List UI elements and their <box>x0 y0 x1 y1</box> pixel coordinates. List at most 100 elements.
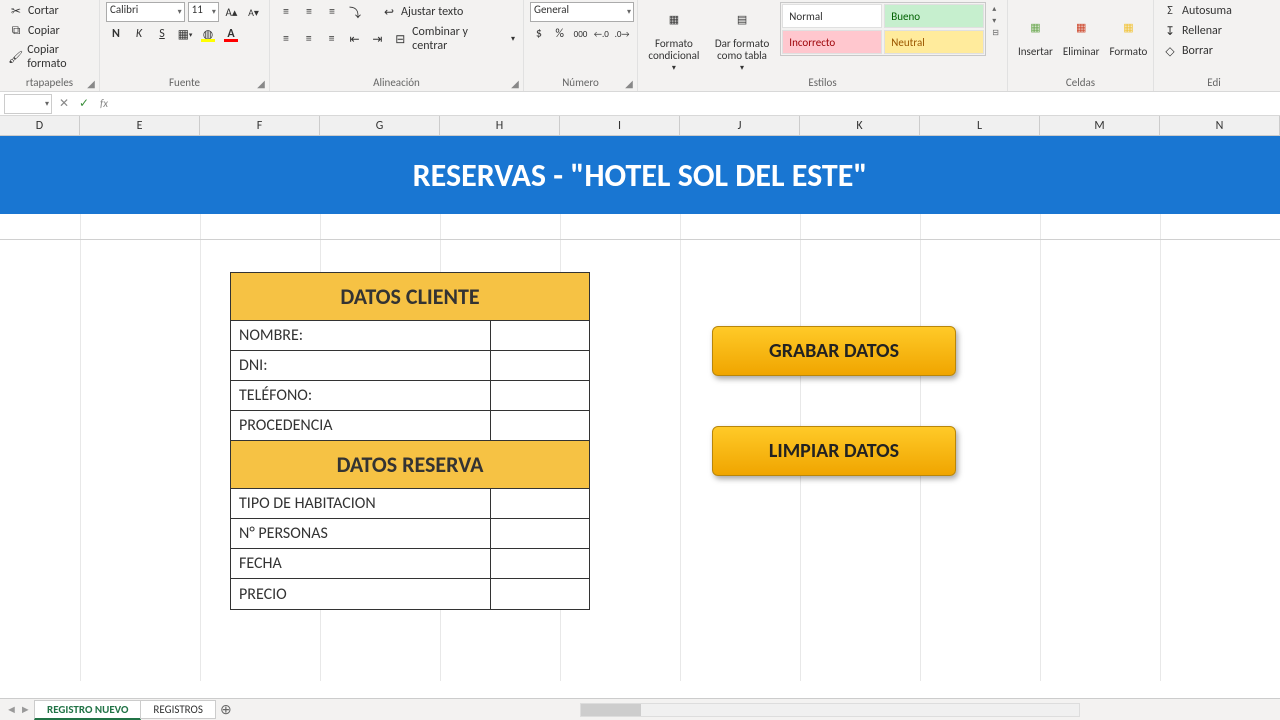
wrap-text-button[interactable]: ↩Ajustar texto <box>379 3 465 21</box>
copy-label: Copiar <box>28 24 60 38</box>
field-value-habitacion[interactable] <box>491 489 589 518</box>
delete-button[interactable]: ▦Eliminar <box>1059 2 1104 68</box>
italic-button[interactable]: K <box>129 24 149 44</box>
fill-color-button[interactable]: ◍ <box>198 24 218 44</box>
copy-button[interactable]: ⧉Copiar <box>6 22 93 40</box>
autosum-button[interactable]: ΣAutosuma <box>1160 2 1268 20</box>
field-label-personas: N° PERSONAS <box>231 519 491 548</box>
field-value-telefono[interactable] <box>491 381 589 410</box>
form-container: DATOS CLIENTE NOMBRE: DNI: TELÉFONO: PRO… <box>230 272 590 610</box>
col-header[interactable]: L <box>920 116 1040 135</box>
insert-function-button[interactable]: fx <box>94 94 114 114</box>
col-header[interactable]: H <box>440 116 560 135</box>
field-value-procedencia[interactable] <box>491 411 589 440</box>
align-right-button[interactable]: ≡ <box>322 29 342 49</box>
orientation-button[interactable]: ⤵ <box>345 2 365 22</box>
sigma-icon: Σ <box>1162 3 1178 19</box>
format-button[interactable]: ▦Formato <box>1105 2 1151 68</box>
chevron-down-icon: ▾ <box>178 7 182 17</box>
clear-data-button[interactable]: LIMPIAR DATOS <box>712 426 956 476</box>
decimal-increase-button[interactable]: ←.0 <box>592 24 610 44</box>
indent-increase-button[interactable]: ⇥ <box>367 29 387 49</box>
decimal-decrease-button[interactable]: .0→ <box>613 24 631 44</box>
comma-button[interactable]: 000 <box>572 24 590 44</box>
chevron-right-icon: ► <box>20 703 31 716</box>
tab-nav[interactable]: ◄► <box>0 703 34 716</box>
clear-button[interactable]: ◇Borrar <box>1160 42 1268 60</box>
tab-registros[interactable]: REGISTROS <box>140 700 215 719</box>
field-value-nombre[interactable] <box>491 321 589 350</box>
conditional-formatting-button[interactable]: ▦Formato condicional▾ <box>644 2 704 75</box>
field-value-precio[interactable] <box>491 579 589 609</box>
currency-button[interactable]: $ <box>530 24 548 44</box>
insert-button[interactable]: ▦Insertar <box>1014 2 1057 68</box>
horizontal-scrollbar[interactable] <box>580 703 1080 717</box>
style-bueno[interactable]: Bueno <box>884 4 984 28</box>
col-header[interactable]: G <box>320 116 440 135</box>
cell-styles-gallery[interactable]: Normal Bueno Incorrecto Neutral <box>780 2 986 56</box>
eraser-icon: ◇ <box>1162 43 1178 59</box>
border-button[interactable]: ▦▾ <box>175 24 195 44</box>
tab-registro-nuevo[interactable]: REGISTRO NUEVO <box>34 700 141 720</box>
dialog-launcher-icon[interactable]: ◢ <box>255 77 267 89</box>
font-color-button[interactable]: A <box>221 24 241 44</box>
font-size-select[interactable]: 11▾ <box>188 2 219 22</box>
name-box[interactable]: ▾ <box>4 94 52 114</box>
align-bottom-button[interactable]: ≡ <box>322 2 342 22</box>
save-data-button[interactable]: GRABAR DATOS <box>712 326 956 376</box>
style-incorrecto[interactable]: Incorrecto <box>782 30 882 54</box>
chevron-down-icon: ▾ <box>627 7 631 17</box>
align-left-button[interactable]: ≡ <box>276 29 296 49</box>
gallery-more-icon[interactable]: ⊟ <box>992 28 999 38</box>
format-as-table-button[interactable]: ▤Dar formato como tabla▾ <box>708 2 777 75</box>
col-header[interactable]: D <box>0 116 80 135</box>
formula-bar: ▾ ✕ ✓ fx <box>0 92 1280 116</box>
underline-button[interactable]: S <box>152 24 172 44</box>
cond-format-icon: ▦ <box>658 4 690 36</box>
font-name-select[interactable]: Calibri▾ <box>106 2 185 22</box>
accept-formula-button[interactable]: ✓ <box>74 94 94 114</box>
gallery-down-icon[interactable]: ▾ <box>992 16 999 26</box>
number-format-select[interactable]: General▾ <box>530 2 634 22</box>
fill-down-icon: ↧ <box>1162 23 1178 39</box>
style-neutral[interactable]: Neutral <box>884 30 984 54</box>
col-header[interactable]: M <box>1040 116 1160 135</box>
gallery-up-icon[interactable]: ▴ <box>992 4 999 14</box>
add-sheet-button[interactable]: ⊕ <box>215 701 237 718</box>
group-alignment: ≡ ≡ ≡ ⤵ ↩Ajustar texto ≡ ≡ ≡ ⇤ ⇥ ⊟Combin… <box>270 0 524 91</box>
col-header[interactable]: E <box>80 116 200 135</box>
align-center-button[interactable]: ≡ <box>299 29 319 49</box>
col-header[interactable]: I <box>560 116 680 135</box>
field-value-personas[interactable] <box>491 519 589 548</box>
worksheet[interactable]: RESERVAS - "HOTEL SOL DEL ESTE" DATOS CL… <box>0 136 1280 681</box>
col-header[interactable]: F <box>200 116 320 135</box>
formula-input[interactable] <box>114 94 1280 114</box>
col-header[interactable]: N <box>1160 116 1280 135</box>
indent-decrease-button[interactable]: ⇤ <box>345 29 365 49</box>
col-header[interactable]: K <box>800 116 920 135</box>
increase-font-button[interactable]: A▴ <box>222 2 241 22</box>
merge-center-button[interactable]: ⊟Combinar y centrar▾ <box>390 24 517 54</box>
style-normal[interactable]: Normal <box>782 4 882 28</box>
fill-button[interactable]: ↧Rellenar <box>1160 22 1268 40</box>
percent-button[interactable]: % <box>551 24 569 44</box>
dialog-launcher-icon[interactable]: ◢ <box>85 77 97 89</box>
align-middle-button[interactable]: ≡ <box>299 2 319 22</box>
cancel-formula-button[interactable]: ✕ <box>54 94 74 114</box>
brush-icon: 🖌 <box>8 49 23 65</box>
col-header[interactable]: J <box>680 116 800 135</box>
table-icon: ▤ <box>726 4 758 36</box>
scissors-icon: ✂ <box>8 3 24 19</box>
decrease-font-button[interactable]: A▾ <box>244 2 263 22</box>
bold-button[interactable]: N <box>106 24 126 44</box>
format-painter-button[interactable]: 🖌Copiar formato <box>6 42 93 72</box>
group-label: Alineación <box>276 74 517 89</box>
field-value-fecha[interactable] <box>491 549 589 578</box>
align-top-button[interactable]: ≡ <box>276 2 296 22</box>
dialog-launcher-icon[interactable]: ◢ <box>623 77 635 89</box>
dialog-launcher-icon[interactable]: ◢ <box>509 77 521 89</box>
cut-button[interactable]: ✂Cortar <box>6 2 93 20</box>
ribbon: ✂Cortar ⧉Copiar 🖌Copiar formato rtapapel… <box>0 0 1280 92</box>
field-value-dni[interactable] <box>491 351 589 380</box>
group-editing: ΣAutosuma ↧Rellenar ◇Borrar Edi <box>1154 0 1274 91</box>
